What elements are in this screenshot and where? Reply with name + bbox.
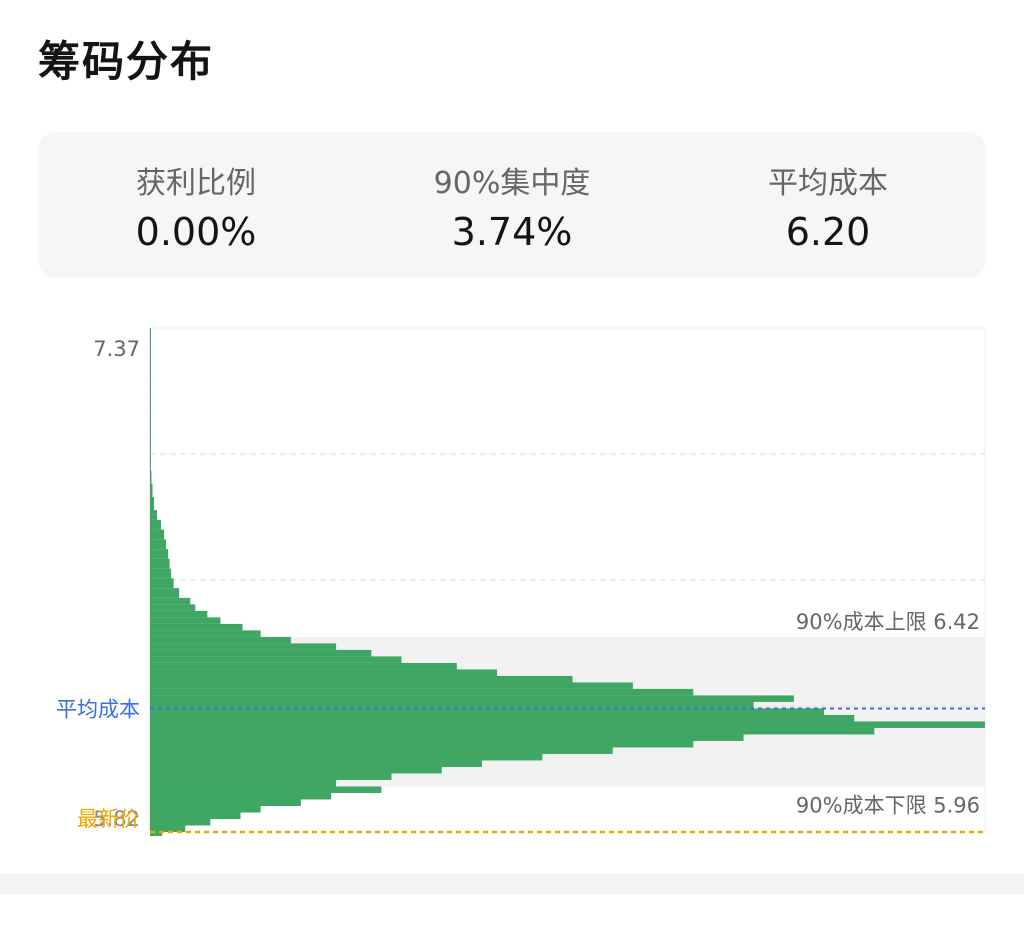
distribution-bar [150, 415, 151, 436]
distribution-bar [150, 740, 694, 748]
distribution-bar [150, 669, 498, 676]
distribution-bar [150, 799, 301, 806]
distribution-bar [150, 662, 457, 670]
page-title: 筹码分布 [38, 37, 215, 86]
distribution-bar [150, 727, 875, 735]
distribution-bar [150, 734, 744, 741]
distribution-bar [150, 471, 152, 485]
lower-band-label: 90%成本下限 5.96 [796, 793, 980, 817]
chip-distribution-chart: 7.37平均成本5.82最新价90%成本上限 6.4290%成本下限 5.96 [56, 327, 986, 836]
distribution-bar [150, 597, 191, 605]
distribution-bar [150, 328, 151, 345]
distribution-bar [150, 497, 155, 511]
distribution-bar [150, 529, 165, 540]
distribution-bar [150, 604, 196, 611]
stat-label: 90%集中度 [433, 166, 591, 201]
distribution-bar [150, 510, 158, 520]
distribution-bar [150, 675, 573, 683]
distribution-bar [150, 688, 694, 696]
distribution-bar [150, 747, 613, 754]
distribution-bar [150, 344, 151, 358]
distribution-bar [150, 376, 151, 394]
distribution-bar [150, 636, 291, 644]
distribution-bar [150, 760, 482, 767]
distribution-bar [150, 623, 243, 631]
distribution-bar [150, 695, 794, 702]
distribution-bar [150, 714, 855, 722]
distribution-bar [150, 649, 372, 657]
distribution-bar [150, 786, 382, 793]
distribution-bar [150, 766, 442, 774]
stat-concentration: 90%集中度 3.74% [354, 132, 670, 278]
distribution-bar [150, 578, 174, 589]
distribution-bar [150, 558, 170, 569]
stat-label: 获利比例 [136, 166, 256, 201]
stat-avg-cost: 平均成本 6.20 [670, 132, 986, 278]
stat-value: 0.00% [135, 210, 257, 254]
upper-band-label: 90%成本上限 6.42 [796, 610, 980, 634]
distribution-bar [150, 588, 180, 598]
distribution-bar [150, 568, 172, 579]
distribution-bar [150, 549, 169, 559]
distribution-bar [150, 682, 633, 689]
distribution-bar [150, 610, 208, 618]
stat-value: 6.20 [785, 210, 871, 254]
stat-profit-ratio: 获利比例 0.00% [38, 132, 354, 278]
avg-cost-label: 平均成本 [56, 697, 140, 721]
distribution-bar [150, 630, 261, 637]
distribution-bar [150, 617, 221, 624]
distribution-bar [150, 484, 153, 498]
stat-value: 3.74% [451, 210, 573, 254]
stat-label: 平均成本 [768, 166, 888, 201]
distribution-bar [150, 818, 211, 826]
distribution-bar [150, 519, 162, 530]
distribution-bar [150, 721, 985, 728]
distribution-bar [150, 357, 151, 377]
price-max-label: 7.37 [93, 337, 140, 361]
distribution-bar [150, 454, 152, 472]
distribution-bar [150, 643, 337, 650]
distribution-bar [150, 792, 332, 800]
distribution-bar [150, 812, 241, 819]
distribution-bar [150, 435, 151, 455]
stats-panel: 获利比例 0.00% 90%集中度 3.74% 平均成本 6.20 [38, 132, 986, 278]
distribution-bar [150, 805, 261, 813]
distribution-bar [150, 773, 392, 780]
distribution-bar [150, 393, 151, 416]
distribution-bar [150, 656, 402, 663]
distribution-bar [150, 779, 337, 787]
footer-divider [0, 874, 1024, 894]
distribution-bar [150, 539, 167, 550]
latest-price-label: 最新价 [77, 807, 140, 831]
distribution-bar [150, 753, 543, 761]
